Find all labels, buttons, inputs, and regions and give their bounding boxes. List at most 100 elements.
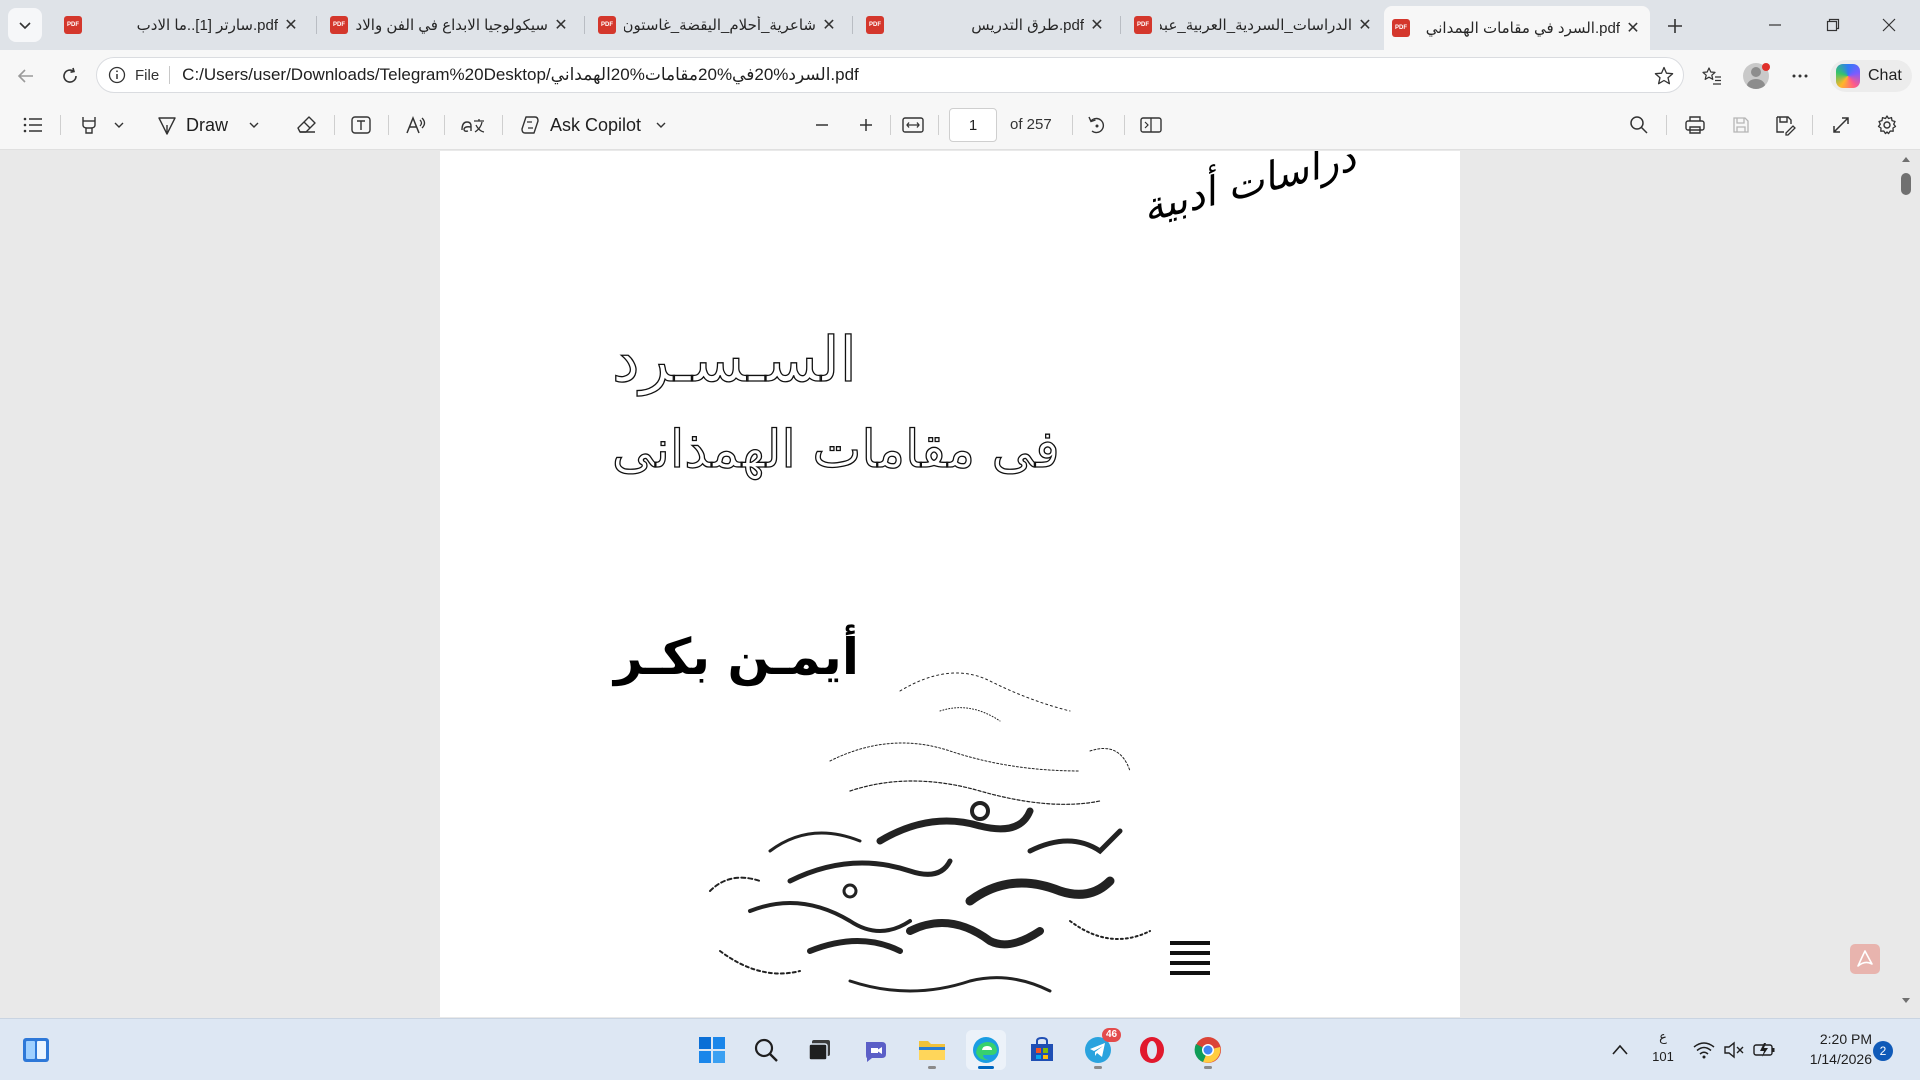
scroll-up-icon[interactable] [1901, 155, 1911, 163]
favorites-button[interactable] [1696, 60, 1728, 92]
tab-5[interactable]: PDF الدراسات_السردية_العربية_عبد_الله_اب… [1126, 8, 1382, 42]
refresh-button[interactable] [54, 60, 86, 92]
rotate-icon [1088, 116, 1105, 134]
rotate-button[interactable] [1082, 110, 1112, 140]
close-icon[interactable]: ✕ [1624, 18, 1642, 38]
tab-6-active[interactable]: PDF pdf.السرد في مقامات الهمداني ✕ [1384, 6, 1650, 50]
pdf-settings-button[interactable] [1872, 110, 1902, 140]
copilot-chat-button[interactable]: Chat [1830, 60, 1912, 92]
pdf-viewer[interactable]: دراسات أدبية السـسـرد فى مقامات الهمذانى… [0, 151, 1920, 1017]
start-button[interactable] [692, 1030, 732, 1070]
keyboard-layout-code: 101 [1652, 1049, 1674, 1064]
more-horizontal-icon [1792, 74, 1808, 78]
taskbar: 46 ع 101 2:20 PM 1/14/2026 2 [0, 1018, 1920, 1080]
book-title-line-2: فى مقامات الهمذانى [611, 419, 1060, 480]
chevron-down-icon [249, 122, 259, 128]
new-tab-button[interactable] [1660, 12, 1690, 40]
restore-button[interactable] [1810, 10, 1856, 40]
search-button[interactable] [746, 1030, 786, 1070]
search-icon [1630, 116, 1648, 134]
page-view-button[interactable] [1136, 110, 1166, 140]
telegram-unread-badge: 46 [1102, 1028, 1122, 1042]
toolbar-divider [938, 115, 939, 135]
close-icon[interactable]: ✕ [282, 15, 300, 35]
notification-count-badge[interactable]: 2 [1873, 1041, 1893, 1061]
toolbar-divider [60, 115, 61, 135]
close-icon[interactable]: ✕ [1088, 15, 1106, 35]
profile-button[interactable] [1740, 60, 1772, 92]
toolbar-divider [1666, 115, 1667, 135]
tab-1[interactable]: PDF pdf.سارتر [1]..ما الادب ✕ [56, 8, 308, 42]
erase-button[interactable] [292, 110, 322, 140]
translate-button[interactable] [458, 110, 488, 140]
input-language-indicator[interactable]: ع 101 [1646, 1027, 1680, 1073]
widgets-button[interactable] [16, 1030, 56, 1070]
scroll-thumb[interactable] [1901, 173, 1911, 195]
full-screen-button[interactable] [1826, 110, 1856, 140]
search-icon [754, 1038, 778, 1062]
scroll-down-icon[interactable] [1901, 997, 1911, 1005]
store-button[interactable] [1022, 1030, 1062, 1070]
printer-icon [1685, 116, 1705, 134]
opera-button[interactable] [1132, 1030, 1172, 1070]
task-view-button[interactable] [800, 1030, 840, 1070]
show-hidden-icons-button[interactable] [1600, 1030, 1640, 1070]
close-icon[interactable]: ✕ [1356, 15, 1374, 35]
teams-meet-button[interactable] [856, 1030, 896, 1070]
fit-width-icon [902, 117, 924, 133]
settings-and-more-button[interactable] [1784, 60, 1816, 92]
chrome-icon [1194, 1037, 1221, 1063]
list-icon [23, 117, 42, 133]
active-indicator [978, 1066, 994, 1069]
chat-label: Chat [1868, 67, 1902, 84]
acrobat-icon[interactable] [1850, 944, 1880, 974]
favorite-star-icon[interactable] [1653, 65, 1675, 87]
add-text-button[interactable] [346, 110, 376, 140]
back-button[interactable] [10, 60, 42, 92]
tab-divider [852, 16, 853, 34]
pdf-icon: PDF [1392, 19, 1410, 37]
read-aloud-button[interactable] [402, 110, 432, 140]
windows-logo-icon [699, 1037, 725, 1063]
page-number-input[interactable]: 1 [949, 108, 997, 142]
tab-2[interactable]: PDF سيكولوجيا الابداع في الفن والادب ✕ [322, 8, 578, 42]
address-input[interactable]: File C:/Users/user/Downloads/Telegram%20… [96, 57, 1684, 93]
favorites-list-icon [1702, 67, 1721, 85]
edge-button[interactable] [966, 1030, 1006, 1070]
file-explorer-button[interactable] [912, 1030, 952, 1070]
chevron-down-icon [19, 22, 31, 30]
restore-icon [1826, 18, 1840, 32]
zoom-in-button[interactable] [852, 110, 880, 140]
clock[interactable]: 2:20 PM 1/14/2026 [1790, 1029, 1872, 1071]
quick-settings-button[interactable] [1690, 1030, 1780, 1070]
url-divider [169, 66, 171, 84]
tab-4[interactable]: PDF pdf.طرق التدريس ✕ [858, 8, 1114, 42]
info-icon[interactable] [107, 65, 127, 85]
highlight-button[interactable] [72, 110, 132, 140]
zoom-out-button[interactable] [808, 110, 836, 140]
ask-copilot-button[interactable]: Ask Copilot [518, 110, 668, 140]
tab-actions-button[interactable] [8, 8, 42, 42]
ask-copilot-label: Ask Copilot [550, 114, 642, 135]
minus-icon [816, 124, 828, 126]
book-title-line-1: السـسـرد [611, 323, 857, 396]
vertical-scrollbar[interactable] [1896, 151, 1916, 1017]
close-window-button[interactable] [1866, 10, 1912, 40]
close-icon[interactable]: ✕ [820, 15, 838, 35]
telegram-button[interactable]: 46 [1078, 1028, 1122, 1070]
chevron-down-icon [656, 122, 666, 128]
draw-button[interactable]: Draw [156, 110, 274, 140]
close-icon[interactable]: ✕ [552, 15, 570, 35]
save-as-button[interactable] [1770, 110, 1800, 140]
url-scheme-label: File [135, 66, 160, 84]
minimize-button[interactable] [1752, 10, 1798, 40]
print-button[interactable] [1680, 110, 1710, 140]
tab-title: pdf.طرق التدريس [971, 17, 1084, 34]
toolbar-divider [1124, 115, 1125, 135]
chrome-button[interactable] [1188, 1030, 1228, 1070]
fit-to-width-button[interactable] [898, 110, 928, 140]
contents-button[interactable] [18, 110, 48, 140]
tab-3[interactable]: PDF شاعرية_أحلام_اليقضة_غاستون_باشلار ✕ [590, 8, 846, 42]
save-button[interactable] [1726, 110, 1756, 140]
find-button[interactable] [1624, 110, 1654, 140]
